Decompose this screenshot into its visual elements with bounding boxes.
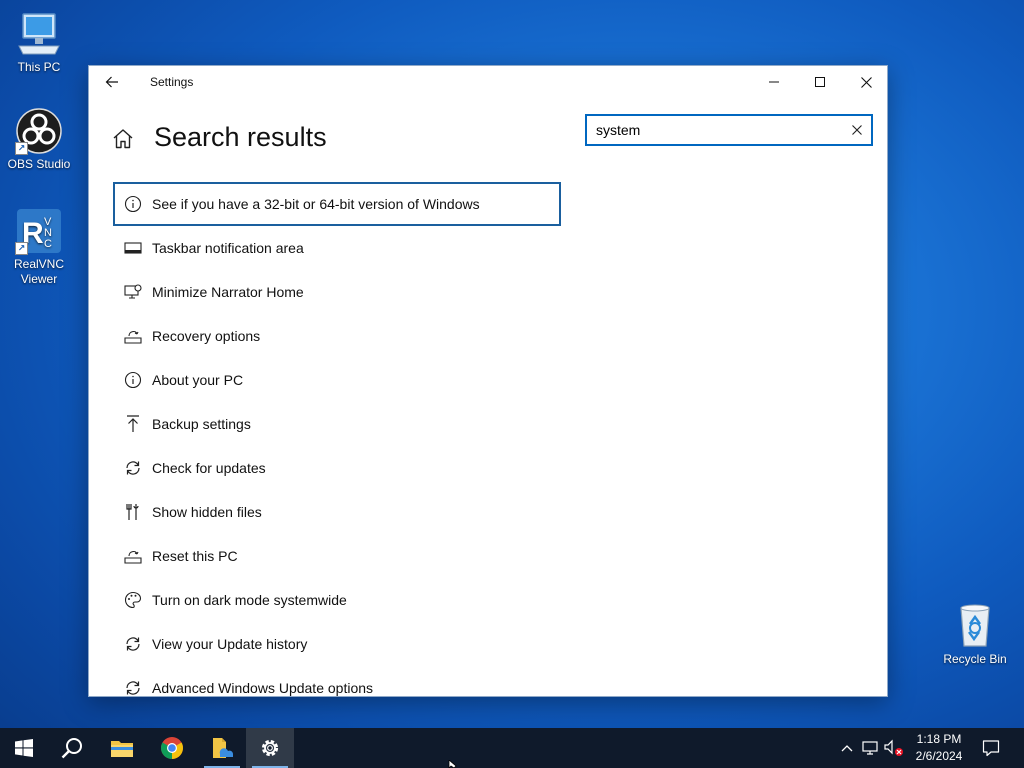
minimize-icon	[769, 81, 779, 83]
result-label: Show hidden files	[152, 504, 262, 520]
result-dark-mode-systemwide[interactable]: Turn on dark mode systemwide	[113, 578, 561, 622]
obs-icon: ↗	[15, 107, 63, 155]
desktop-icon-this-pc[interactable]: This PC	[1, 10, 77, 75]
result-label: Reset this PC	[152, 548, 238, 564]
notification-icon	[982, 740, 1000, 757]
settings-window: Settings Search results See if you have …	[88, 65, 888, 697]
chevron-up-icon	[841, 745, 853, 752]
network-icon	[862, 741, 878, 755]
result-label: See if you have a 32-bit or 64-bit versi…	[152, 196, 480, 212]
title-bar: Settings	[89, 66, 887, 98]
result-label: Advanced Windows Update options	[152, 680, 374, 696]
palette-icon	[123, 590, 143, 610]
close-icon	[860, 76, 872, 88]
chrome-icon	[161, 737, 183, 759]
start-icon	[15, 739, 33, 757]
taskbar-file-manager[interactable]	[198, 728, 246, 768]
mouse-cursor-icon	[448, 760, 457, 768]
result-reset-this-pc[interactable]: Reset this PC	[113, 534, 561, 578]
tools-icon	[123, 502, 143, 522]
info-icon	[123, 370, 143, 390]
clock[interactable]: 1:18 PM 2/6/2024	[905, 731, 973, 765]
shortcut-arrow-icon: ↗	[15, 242, 28, 255]
result-minimize-narrator-home[interactable]: Minimize Narrator Home	[113, 270, 561, 314]
clock-time: 1:18 PM	[916, 732, 962, 746]
result-label: Backup settings	[152, 416, 251, 432]
result-label: Taskbar notification area	[152, 240, 304, 256]
search-results-list: See if you have a 32-bit or 64-bit versi…	[113, 182, 561, 696]
page-title: Search results	[154, 122, 327, 152]
result-check-for-updates[interactable]: Check for updates	[113, 446, 561, 490]
recycle-bin-icon	[951, 602, 999, 650]
vnc-icon: R V N C ↗	[15, 207, 63, 255]
search-icon	[61, 738, 82, 759]
refresh-icon	[123, 458, 143, 478]
desktop-icon-obs-studio[interactable]: ↗ OBS Studio	[1, 107, 77, 172]
shortcut-arrow-icon: ↗	[15, 142, 28, 155]
search-box[interactable]	[585, 114, 873, 146]
action-center-button[interactable]	[981, 738, 1001, 758]
result-taskbar-notification-area[interactable]: Taskbar notification area	[113, 226, 561, 270]
result-show-hidden-files[interactable]: Show hidden files	[113, 490, 561, 534]
svg-text:C: C	[44, 238, 52, 250]
result-label: Minimize Narrator Home	[152, 284, 304, 300]
result-backup-settings[interactable]: Backup settings	[113, 402, 561, 446]
result-view-update-history[interactable]: View your Update history	[113, 622, 561, 666]
result-about-your-pc[interactable]: About your PC	[113, 358, 561, 402]
narrator-icon	[123, 282, 143, 302]
close-button[interactable]	[843, 66, 887, 98]
minimize-button[interactable]	[751, 66, 797, 98]
close-icon	[852, 125, 862, 135]
back-button[interactable]	[99, 70, 125, 94]
result-advanced-windows-update-options[interactable]: Advanced Windows Update options	[113, 666, 561, 696]
result-label: View your Update history	[152, 636, 308, 652]
taskbar: 1:18 PM 2/6/2024	[0, 728, 1024, 768]
result-label: Turn on dark mode systemwide	[152, 592, 347, 608]
computer-icon	[15, 10, 63, 58]
info-icon	[123, 194, 143, 214]
search-input[interactable]	[587, 116, 837, 144]
desktop-icon-recycle-bin[interactable]: Recycle Bin	[937, 602, 1013, 667]
volume-tray-button[interactable]	[884, 738, 904, 758]
volume-muted-icon	[884, 739, 903, 756]
recovery-icon	[123, 546, 143, 566]
settings-gear-icon	[261, 739, 279, 757]
backup-arrow-icon	[123, 414, 143, 434]
desktop-icon-label: OBS Studio	[7, 157, 71, 171]
show-hidden-icons-button[interactable]	[837, 738, 857, 758]
back-arrow-icon	[105, 76, 118, 88]
start-button[interactable]	[0, 728, 48, 768]
window-title: Settings	[150, 75, 194, 89]
home-icon[interactable]	[112, 128, 134, 150]
recovery-icon	[123, 326, 143, 346]
network-tray-button[interactable]	[861, 738, 881, 758]
file-manager-icon	[213, 738, 233, 758]
taskbar-icon	[123, 238, 143, 258]
result-32-64-bit-version[interactable]: See if you have a 32-bit or 64-bit versi…	[113, 182, 561, 226]
clock-date: 2/6/2024	[915, 749, 963, 763]
result-label: Recovery options	[152, 328, 261, 344]
desktop-icon-label: RealVNC Viewer	[13, 257, 64, 286]
desktop-icon-label: This PC	[17, 60, 61, 74]
taskbar-settings[interactable]	[246, 728, 294, 768]
desktop-icon-label: Recycle Bin	[943, 652, 1007, 666]
maximize-icon	[815, 77, 825, 87]
maximize-button[interactable]	[797, 66, 843, 98]
refresh-icon	[123, 634, 143, 654]
taskbar-search-button[interactable]	[48, 728, 96, 768]
file-explorer-icon	[111, 741, 133, 757]
taskbar-chrome[interactable]	[148, 728, 196, 768]
desktop-icon-realvnc-viewer[interactable]: R V N C ↗ RealVNC Viewer	[1, 207, 77, 287]
result-label: About your PC	[152, 372, 244, 388]
refresh-icon	[123, 678, 143, 696]
result-recovery-options[interactable]: Recovery options	[113, 314, 561, 358]
clear-search-button[interactable]	[848, 121, 866, 139]
taskbar-file-explorer[interactable]	[98, 728, 146, 768]
result-label: Check for updates	[152, 460, 266, 476]
